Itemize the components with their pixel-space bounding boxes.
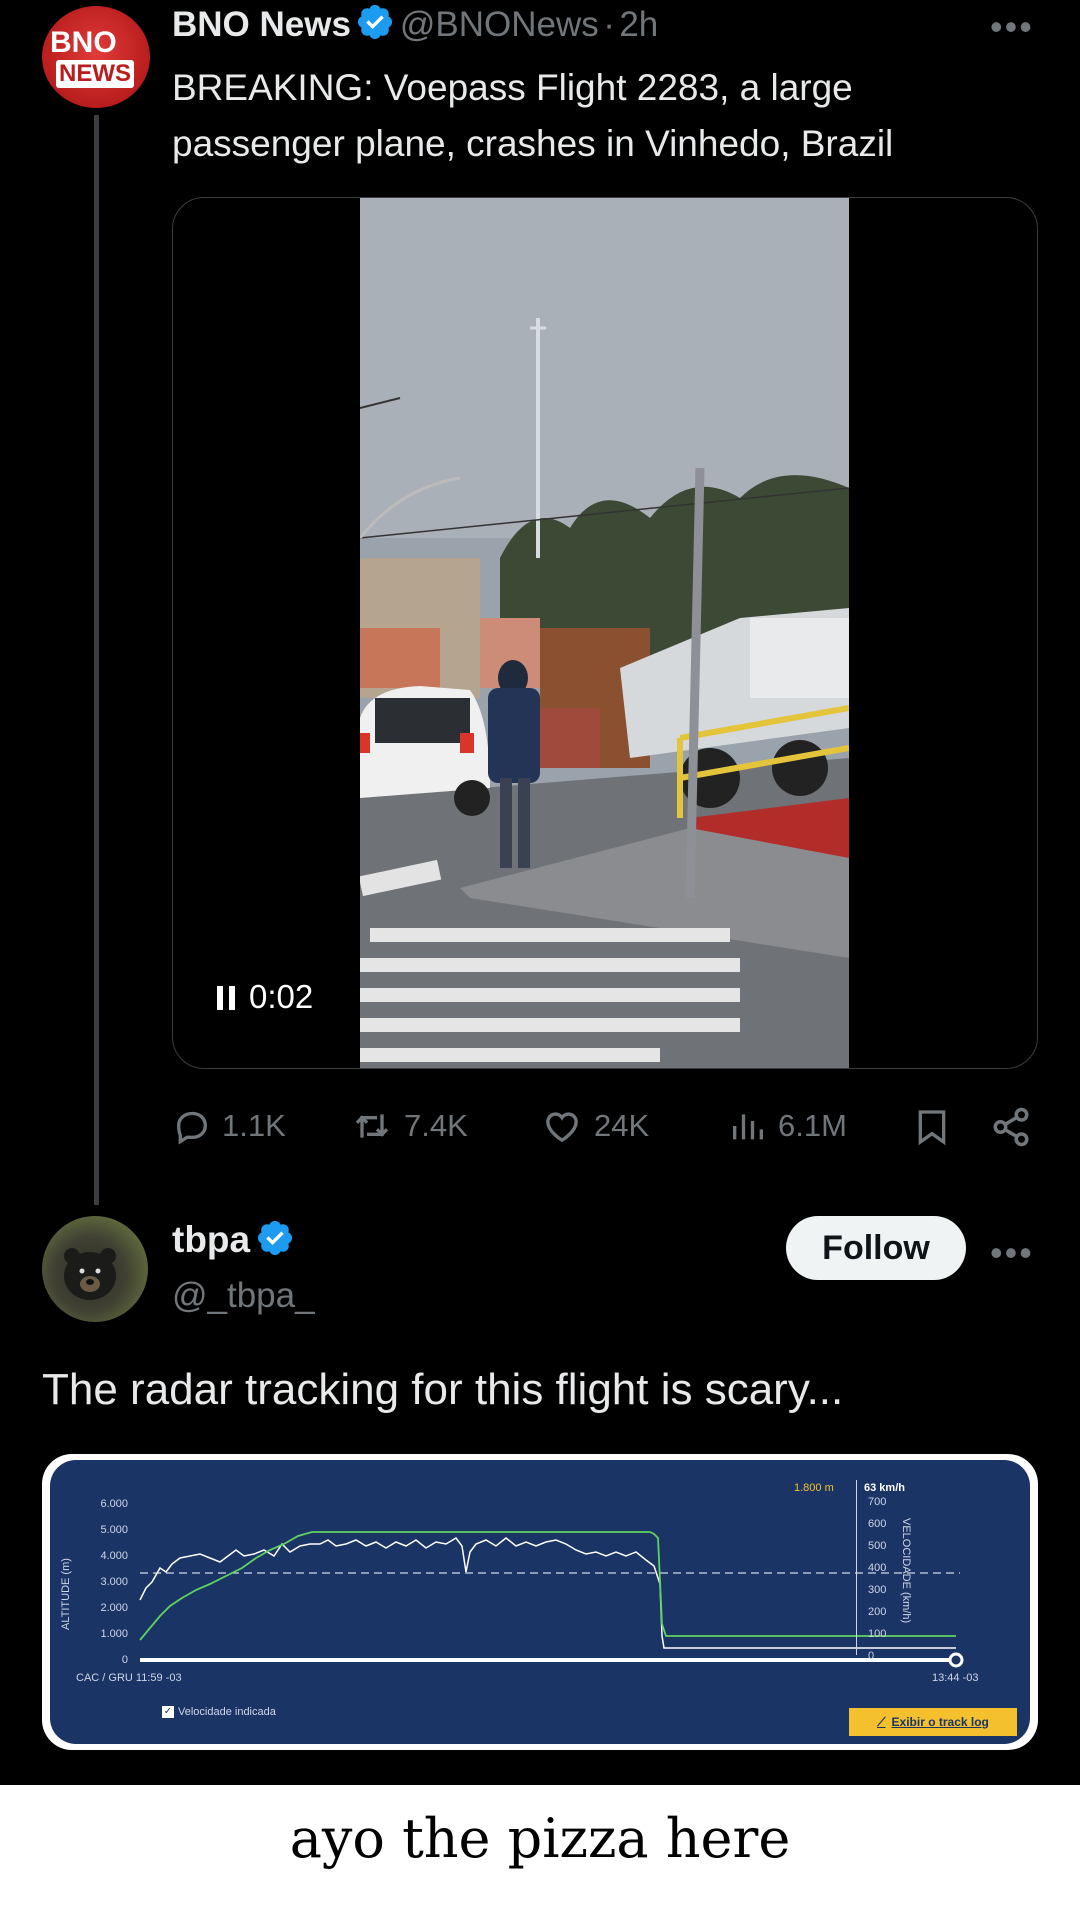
reply-icon — [176, 1111, 208, 1145]
caption-panel: ayo the pizza here — [0, 1785, 1080, 1921]
track-log-label: Exibir o track log — [891, 1715, 989, 1729]
reply-button[interactable]: 1.1K — [172, 1106, 286, 1146]
author-name[interactable]: tbpa — [172, 1219, 250, 1260]
analytics-icon — [733, 1114, 763, 1140]
repost-count: 7.4K — [404, 1108, 468, 1143]
speed-axis-label: VELOCIDADE (km/h) — [900, 1518, 912, 1624]
right-tick: 600 — [868, 1518, 887, 1530]
checkbox-label: Velocidade indicada — [178, 1706, 276, 1718]
track-log-button[interactable]: ⟋ Exibir o track log — [849, 1708, 1017, 1736]
velocity-checkbox[interactable]: ✓ Velocidade indicada — [162, 1706, 276, 1718]
checkbox-checked-icon[interactable]: ✓ — [162, 1706, 174, 1718]
separator-dot: · — [603, 5, 615, 44]
right-axis-line — [856, 1480, 857, 1655]
video-timecode[interactable]: 0:02 — [217, 978, 313, 1016]
views-button[interactable]: 6.1M — [728, 1106, 847, 1146]
heart-icon — [546, 1112, 578, 1143]
tweet-header: BNO News @BNONews · 2h — [172, 2, 658, 45]
repost-button[interactable]: 7.4K — [350, 1106, 468, 1146]
right-tick: 500 — [868, 1540, 887, 1552]
avatar-logo-subtext: NEWS — [56, 60, 134, 88]
author-handle[interactable]: @_tbpa_ — [172, 1276, 315, 1316]
tweet-text-line: passenger plane, crashes in Vinhedo, Bra… — [172, 123, 894, 164]
reply-header: tbpa — [172, 1218, 295, 1261]
author-handle[interactable]: @BNONews — [400, 5, 599, 44]
video-frame[interactable] — [360, 198, 849, 1068]
start-time-label: CAC / GRU 11:59 -03 — [76, 1672, 182, 1684]
bno-news-avatar[interactable]: BNO NEWS — [42, 6, 150, 108]
share-icon — [993, 1107, 1029, 1147]
pause-icon[interactable] — [217, 986, 235, 1010]
repost-icon — [355, 1114, 389, 1138]
tbpa-avatar[interactable] — [42, 1216, 148, 1322]
tweet-text-line: BREAKING: Voepass Flight 2283, a large — [172, 67, 853, 108]
tweet-text: BREAKING: Voepass Flight 2283, a large p… — [172, 60, 992, 172]
view-count: 6.1M — [778, 1108, 847, 1143]
reply-count: 1.1K — [222, 1108, 286, 1143]
right-tick: 200 — [868, 1606, 887, 1618]
meme-caption: ayo the pizza here — [289, 1807, 791, 1870]
bookmark-icon — [918, 1110, 946, 1146]
more-options-icon[interactable]: ••• — [990, 6, 1034, 48]
bookmark-button[interactable] — [912, 1106, 962, 1148]
like-button[interactable]: 24K — [540, 1106, 649, 1146]
radar-tracking-image[interactable]: ALTITUDE (m) 6.000 5.000 4.000 3.000 2.0… — [42, 1454, 1038, 1750]
chart-line-icon: ⟋ — [877, 1714, 886, 1729]
bear-cub-image — [64, 1248, 116, 1300]
more-options-icon[interactable]: ••• — [990, 1232, 1034, 1274]
post-time[interactable]: 2h — [619, 5, 658, 44]
current-altitude: 1.800 m — [794, 1482, 834, 1494]
verified-badge-icon — [257, 1220, 292, 1256]
current-speed: 63 km/h — [864, 1482, 905, 1494]
right-tick: 300 — [868, 1584, 887, 1596]
end-time-label: 13:44 -03 — [932, 1672, 979, 1684]
follow-button[interactable]: Follow — [786, 1216, 966, 1280]
right-tick: 700 — [868, 1496, 887, 1508]
video-time: 0:02 — [249, 978, 314, 1015]
right-tick: 0 — [868, 1650, 875, 1662]
right-tick: 100 — [868, 1628, 887, 1640]
like-count: 24K — [594, 1108, 650, 1143]
verified-badge-icon — [358, 4, 393, 40]
video-player[interactable]: 0:02 — [172, 197, 1038, 1069]
reply-text: The radar tracking for this flight is sc… — [42, 1365, 844, 1414]
author-name[interactable]: BNO News — [172, 5, 351, 44]
video-still-image — [360, 198, 849, 1068]
avatar-logo-text: BNO — [50, 26, 117, 59]
radar-chart: ALTITUDE (m) 6.000 5.000 4.000 3.000 2.0… — [50, 1460, 1030, 1744]
thread-connector-line — [94, 115, 99, 1205]
right-tick: 400 — [868, 1562, 887, 1574]
share-button[interactable] — [990, 1106, 1042, 1148]
